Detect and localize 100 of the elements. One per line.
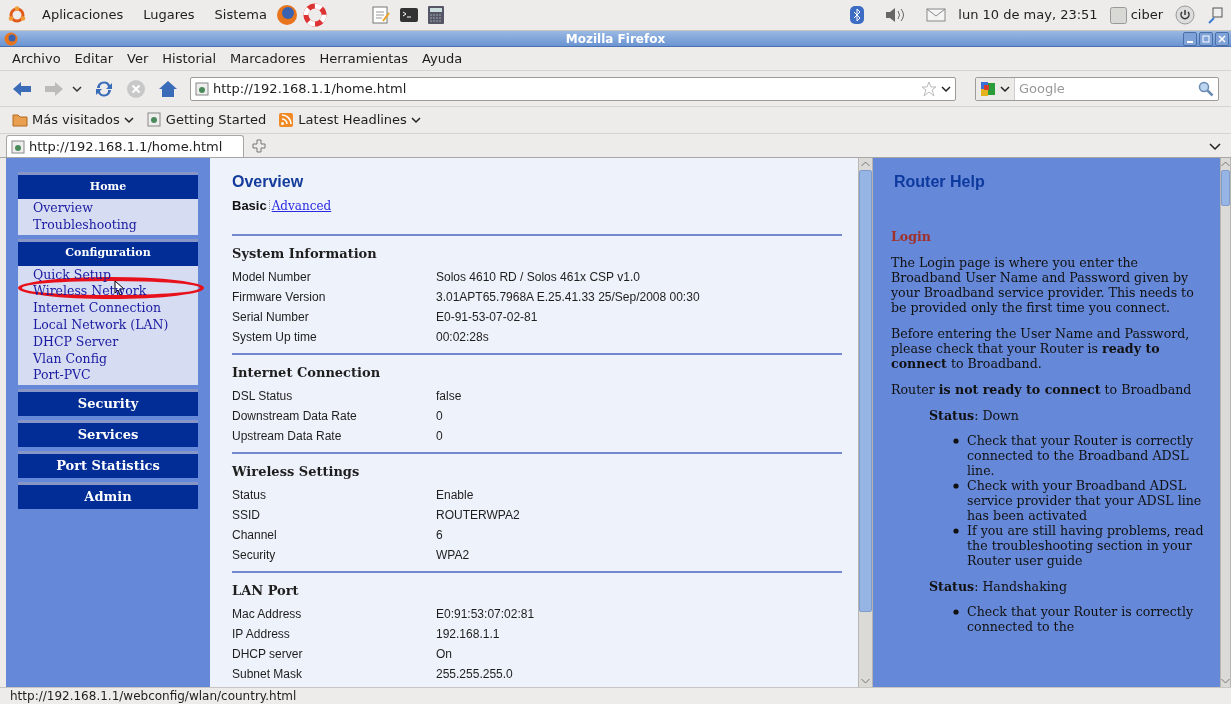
page-title: Overview [232,172,305,192]
maximize-button[interactable] [1199,31,1213,46]
user-name[interactable]: ciber [1130,5,1163,25]
field-value: 6 [436,526,443,544]
globe-icon [274,3,299,27]
nav-group-header[interactable]: Security [18,392,198,417]
section-title: System Information [232,244,378,263]
bluetooth-icon [850,6,865,24]
firefox-icon [4,31,18,46]
notepad-icon [370,5,391,25]
help-paragraph: The Login page is where you enter the Broadband User Name and Password given by your Broadband service provider. This needs to be provided only the first time you connect. [891,255,1195,315]
bookmark-item[interactable]: Getting Started [145,110,267,130]
search-bar[interactable]: Google [975,76,1219,101]
nav-link[interactable]: Troubleshooting [33,216,137,234]
field-label: Downstream Data Rate [232,407,358,425]
close-icon [1218,34,1226,43]
field-value: E0-91-53-07-02-81 [436,308,538,326]
lifebuoy-icon [302,3,327,27]
menu-item[interactable]: Historial [162,48,217,69]
field-label: DSL Status [232,387,294,405]
field-label: DHCP server [232,645,304,663]
menu-item[interactable]: Herramientas [319,48,409,69]
field-label: Serial Number [232,308,310,326]
bullet-text: Check that your Router is correctly connected to the [967,604,1195,634]
folder-icon [12,112,28,128]
help-title: Router Help [894,174,986,189]
field-value: 00:02:28s [436,328,489,346]
status-url: http://192.168.1.1/webconfig/wlan/country.html [10,688,297,704]
field-value: WPA2 [436,546,470,564]
close-button[interactable] [1215,31,1229,46]
new-tab-icon [252,139,266,153]
bullet-text: Check that your Router is correctly connected to the Broadband ADSL line. [967,433,1195,478]
menu-item[interactable]: Ayuda [422,48,463,69]
field-label: Channel [232,526,278,544]
user-avatar-icon [1109,6,1127,24]
nav-link[interactable]: DHCP Server [33,333,119,351]
bullet-icon [953,483,959,489]
section-title: Wireless Settings [232,462,361,481]
dropdown-caret-icon [72,84,82,93]
panel-menu[interactable]: Sistema [210,5,271,25]
dropdown-caret-icon [1000,84,1010,93]
dropdown-caret-icon [941,84,951,93]
calculator-icon [426,5,445,25]
menu-item[interactable]: Marcadores [230,48,306,69]
field-value: 255.255.255.0 [436,665,513,683]
field-label: Firmware Version [232,288,327,306]
search-icon [1198,80,1214,97]
address-bar[interactable]: http://192.168.1.1/home.html [190,76,956,101]
bookmark-star-icon [921,80,937,97]
rss-icon [278,112,295,128]
field-value: Enable [436,486,474,504]
nav-link[interactable]: Overview [33,200,93,217]
bullet-icon [953,609,959,615]
menu-item[interactable]: Archivo [12,48,61,69]
envelope-icon [926,8,947,22]
help-heading: Login [891,229,932,244]
field-label: Subnet Mask [232,665,304,683]
nav-link[interactable]: Port-PVC [33,367,91,385]
page-icon [195,81,209,96]
nav-group-header[interactable]: Port Statistics [18,454,198,479]
search-field[interactable]: Google [1015,78,1198,99]
window-title: Mozilla Firefox [565,30,666,48]
dropdown-caret-icon [123,116,134,124]
nav-group-header[interactable]: Services [18,423,198,448]
terminal-icon [398,5,419,25]
field-label: Mac Address [232,605,303,623]
home-icon [158,79,178,98]
page-icon [11,139,25,154]
field-value: Solos 4610 RD / Solos 461x CSP v1.0 [436,268,640,286]
field-value: 192.168.1.1 [436,625,500,643]
field-value: ROUTERWPA2 [436,506,520,524]
minimize-button[interactable] [1183,31,1197,46]
view-tab[interactable]: Advanced [271,196,332,215]
nav-link[interactable]: Vlan Config [33,350,107,368]
status-line: Status: Handshaking [929,579,1068,594]
field-label: Model Number [232,268,312,286]
nav-link[interactable]: Internet Connection [33,300,161,317]
nav-group-header[interactable]: Admin [18,485,198,510]
nav-link[interactable]: Local Network (LAN) [33,317,169,334]
power-icon [1175,5,1195,25]
panel-menu[interactable]: Aplicaciones [38,5,128,25]
bookmark-item[interactable]: Más visitados [12,110,134,130]
field-value: On [436,645,452,663]
field-label: Status [232,486,268,504]
speaker-icon [884,6,907,24]
view-tab[interactable]: Basic [232,196,267,216]
bookmark-item[interactable]: Latest Headlines [278,110,421,130]
nav-group-header[interactable]: Configuration [18,241,198,266]
menu-item[interactable]: Editar [74,48,114,69]
panel-menu[interactable]: Lugares [139,5,199,25]
dropdown-caret-icon [1209,141,1221,151]
maximize-icon [1202,34,1210,43]
browser-tab[interactable]: http://192.168.1.1/home.html [6,135,244,157]
field-value: 0 [436,407,443,425]
menu-item[interactable]: Ver [127,48,149,69]
help-paragraph: Before entering the User Name and Password, please check that your Router is ready to connect to Broadband. [891,326,1191,371]
url-text: http://192.168.1.1/home.html [213,79,408,98]
nav-group-header[interactable]: Home [18,175,198,199]
page-icon [145,112,162,128]
field-value: 0 [436,427,443,445]
